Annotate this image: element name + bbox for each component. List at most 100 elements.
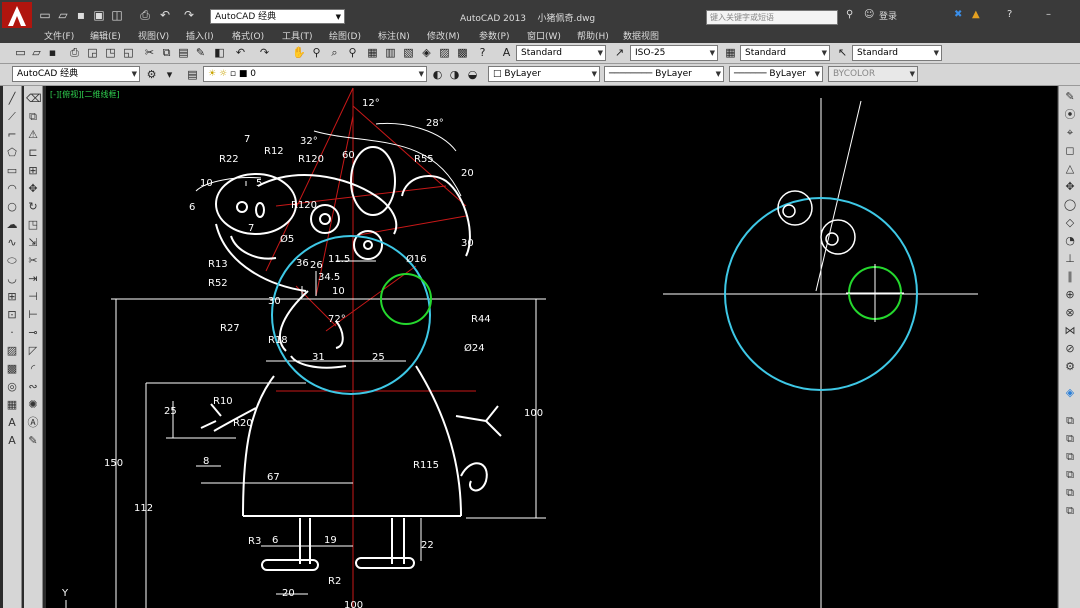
minimize-button[interactable]: – — [1046, 9, 1051, 20]
new-file-icon[interactable]: ▭ — [38, 8, 52, 22]
quickcalc-icon[interactable]: ▩ — [456, 46, 469, 59]
menu-format[interactable]: 格式(O) — [232, 29, 264, 42]
save-icon[interactable]: ▪ — [46, 46, 59, 59]
new-icon[interactable]: ▭ — [14, 46, 27, 59]
redo-icon[interactable]: ↷ — [182, 8, 196, 22]
add-selected-icon[interactable]: A — [5, 434, 19, 448]
parallel-icon[interactable]: ∥ — [1063, 270, 1077, 284]
match-properties-icon[interactable]: ✎ — [194, 46, 207, 59]
stretch-icon[interactable]: ⇲ — [26, 236, 40, 250]
menu-view[interactable]: 视图(V) — [138, 29, 169, 42]
table-style-icon[interactable]: ▦ — [724, 46, 737, 59]
hatch-icon[interactable]: ▨ — [5, 344, 19, 358]
measure-icon[interactable]: ✎ — [1063, 90, 1077, 104]
undo-icon[interactable]: ↶ — [234, 46, 247, 59]
dim-style-dropdown[interactable]: ISO-25 ▼ — [630, 45, 718, 61]
explode-icon[interactable]: ✺ — [26, 398, 40, 412]
tool-palettes-icon[interactable]: ▧ — [402, 46, 415, 59]
break-at-point-icon[interactable]: ⊣ — [26, 290, 40, 304]
edit-text-icon[interactable]: Ⓐ — [26, 416, 40, 430]
paste-icon[interactable]: ▤ — [177, 46, 190, 59]
user-icon[interactable]: ☺ — [864, 9, 874, 20]
circle-icon[interactable]: ○ — [5, 200, 19, 214]
menu-draw[interactable]: 绘图(D) — [329, 29, 361, 42]
workspace-dropdown[interactable]: AutoCAD 经典 ▼ — [210, 9, 345, 24]
scale-icon[interactable]: ◳ — [26, 218, 40, 232]
mirror-icon[interactable]: ⚠ — [26, 128, 40, 142]
markup-icon[interactable]: ▨ — [438, 46, 451, 59]
fillet-icon[interactable]: ◜ — [26, 362, 40, 376]
login-button[interactable]: 登录 — [879, 9, 897, 22]
draworder-front-icon[interactable]: ⧉ — [1063, 414, 1077, 428]
publish-icon[interactable]: ◳ — [104, 46, 117, 59]
plot-preview-icon[interactable]: ◲ — [86, 46, 99, 59]
polygon-icon[interactable]: ⬠ — [5, 146, 19, 160]
help-icon[interactable]: ? — [476, 46, 489, 59]
move-icon[interactable]: ✥ — [26, 182, 40, 196]
construction-line-icon[interactable]: ⟋ — [5, 110, 19, 124]
copy-icon[interactable]: ⧉ — [26, 110, 40, 124]
linetype-dropdown[interactable]: ──────── ByLayer ▼ — [604, 66, 724, 82]
tangent-icon[interactable]: ◔ — [1063, 234, 1077, 248]
search-input[interactable]: 键入关键字或短语 — [706, 10, 838, 25]
layer-icon[interactable]: ◈ — [1063, 386, 1077, 400]
insert-block-icon[interactable]: ⊞ — [5, 290, 19, 304]
text-style-icon[interactable]: A — [500, 46, 513, 59]
menu-file[interactable]: 文件(F) — [44, 29, 74, 42]
plotstyle-dropdown[interactable]: BYCOLOR ▼ — [828, 66, 918, 82]
table-style-dropdown[interactable]: Standard ▼ — [740, 45, 830, 61]
draworder-under-icon[interactable]: ⧉ — [1063, 468, 1077, 482]
multileader-style-icon[interactable]: ↖ — [836, 46, 849, 59]
gradient-icon[interactable]: ▩ — [5, 362, 19, 376]
binoculars-icon[interactable]: ⚲ — [846, 9, 853, 20]
menu-help[interactable]: 帮助(H) — [577, 29, 609, 42]
ellipse-icon[interactable]: ⬭ — [5, 254, 19, 268]
rotate-icon[interactable]: ↻ — [26, 200, 40, 214]
multileader-style-dropdown[interactable]: Standard ▼ — [852, 45, 942, 61]
line-icon[interactable]: ╱ — [5, 92, 19, 106]
menu-modify[interactable]: 修改(M) — [427, 29, 460, 42]
workspace-extra-icon[interactable]: ▾ — [163, 68, 176, 81]
layer-states-icon[interactable]: ◒ — [466, 68, 479, 81]
redo-icon[interactable]: ↷ — [258, 46, 271, 59]
zoom-previous-icon[interactable]: ⚲ — [346, 46, 359, 59]
menu-tools[interactable]: 工具(T) — [282, 29, 313, 42]
mtext-icon[interactable]: A — [5, 416, 19, 430]
design-center-icon[interactable]: ▥ — [384, 46, 397, 59]
make-block-icon[interactable]: ⊡ — [5, 308, 19, 322]
extend-icon[interactable]: ⇥ — [26, 272, 40, 286]
save-icon[interactable]: ▪ — [74, 8, 88, 22]
menu-window[interactable]: 窗口(W) — [527, 29, 561, 42]
drawing-canvas[interactable]: [-][俯视][二维线框] 12° 28° 32° 60 R55 20 30 R… — [46, 86, 1057, 608]
help-button[interactable]: ? — [1007, 9, 1012, 20]
menu-dimension[interactable]: 标注(N) — [378, 29, 410, 42]
open-file-icon[interactable]: ▱ — [56, 8, 70, 22]
layer-properties-icon[interactable]: ▤ — [186, 68, 199, 81]
undo-icon[interactable]: ↶ — [158, 8, 172, 22]
pan-icon[interactable]: ✥ — [1063, 180, 1077, 194]
plot-icon[interactable]: ⎙ — [68, 46, 81, 59]
erase-icon[interactable]: ⌫ — [26, 92, 42, 106]
save-as-icon[interactable]: ▣ — [92, 8, 106, 22]
plot-icon[interactable]: ⎙ — [138, 8, 152, 22]
dim-style-icon[interactable]: ↗ — [613, 46, 626, 59]
properties-icon[interactable]: ▦ — [366, 46, 379, 59]
block-editor-icon[interactable]: ◧ — [213, 46, 226, 59]
3d-print-icon[interactable]: ◱ — [122, 46, 135, 59]
text-front-icon[interactable]: ⧉ — [1063, 486, 1077, 500]
dim-front-icon[interactable]: ⧉ — [1063, 504, 1077, 518]
sheet-set-icon[interactable]: ◈ — [420, 46, 433, 59]
layer-dropdown[interactable]: ☀ ☼ ▫ ■ 0 ▼ — [203, 66, 427, 82]
draworder-above-icon[interactable]: ⧉ — [1063, 450, 1077, 464]
workspace-dropdown-2[interactable]: AutoCAD 经典 ▼ — [12, 66, 140, 82]
rectangle-icon[interactable]: ▭ — [5, 164, 19, 178]
point-icon[interactable]: · — [5, 326, 19, 340]
polyline-icon[interactable]: ⌐ — [5, 128, 19, 142]
edit-attribute-icon[interactable]: ✎ — [26, 434, 40, 448]
cut-icon[interactable]: ✂ — [143, 46, 156, 59]
quadrant-icon[interactable]: ◇ — [1063, 216, 1077, 230]
color-dropdown[interactable]: □ ByLayer ▼ — [488, 66, 600, 82]
trim-icon[interactable]: ✂ — [26, 254, 40, 268]
autocad-logo-button[interactable] — [2, 2, 32, 30]
draworder-back-icon[interactable]: ⧉ — [1063, 432, 1077, 446]
